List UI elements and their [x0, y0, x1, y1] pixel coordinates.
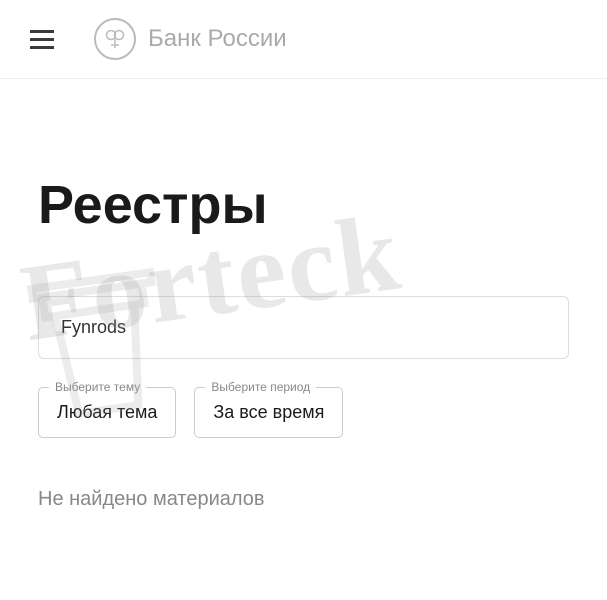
page-title: Реестры [38, 174, 569, 236]
no-results-message: Не найдено материалов [38, 488, 569, 511]
period-filter-value: За все время [213, 402, 324, 422]
topic-filter-value: Любая тема [57, 402, 157, 422]
filters-row: Выберите тему Любая тема Выберите период… [38, 387, 569, 438]
emblem-icon [94, 18, 136, 60]
topic-filter-label: Выберите тему [49, 380, 146, 394]
header: Банк России [0, 0, 607, 79]
search-input[interactable] [38, 296, 569, 359]
brand-name: Банк России [148, 25, 287, 53]
main-content: Реестры Выберите тему Любая тема Выберит… [0, 79, 607, 541]
period-filter[interactable]: Выберите период За все время [194, 387, 343, 438]
hamburger-menu-icon[interactable] [30, 30, 54, 49]
period-filter-label: Выберите период [205, 380, 316, 394]
topic-filter[interactable]: Выберите тему Любая тема [38, 387, 176, 438]
brand-logo[interactable]: Банк России [94, 18, 287, 60]
